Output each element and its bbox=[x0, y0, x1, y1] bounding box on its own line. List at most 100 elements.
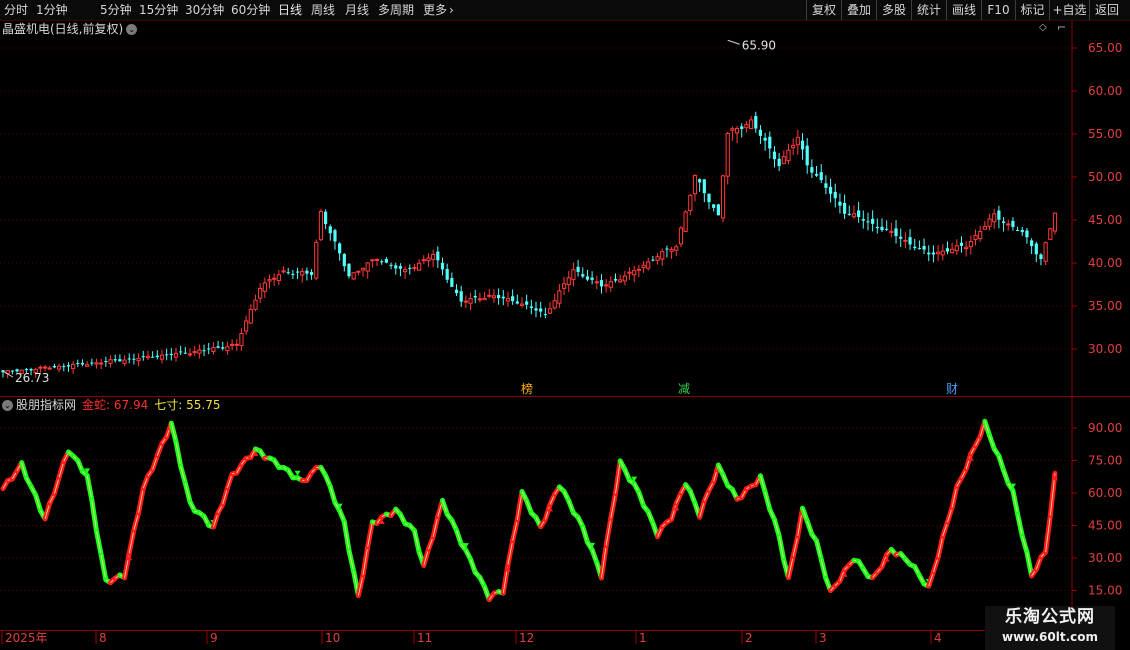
candle-body[interactable] bbox=[758, 129, 763, 136]
candle-body[interactable] bbox=[183, 352, 187, 354]
candle-body[interactable] bbox=[646, 261, 651, 269]
candle-body[interactable] bbox=[132, 358, 136, 360]
candle-body[interactable] bbox=[871, 218, 875, 224]
candle-body[interactable] bbox=[351, 272, 356, 280]
candle-body[interactable] bbox=[861, 219, 865, 221]
candle-body[interactable] bbox=[828, 186, 833, 194]
candle-body[interactable] bbox=[945, 248, 950, 252]
candle-body[interactable] bbox=[847, 213, 851, 215]
candle-body[interactable] bbox=[707, 193, 711, 203]
candle-body[interactable] bbox=[94, 362, 99, 365]
candle-body[interactable] bbox=[295, 271, 300, 273]
candle-body[interactable] bbox=[374, 259, 380, 262]
candle-body[interactable] bbox=[118, 359, 122, 362]
candle-body[interactable] bbox=[805, 145, 809, 166]
candle-body[interactable] bbox=[590, 277, 594, 280]
candle-body[interactable] bbox=[641, 264, 646, 269]
event-marks[interactable]: 减榜财 bbox=[521, 381, 958, 396]
candle-body[interactable] bbox=[356, 270, 361, 273]
candle-body[interactable] bbox=[286, 272, 290, 274]
candle-body[interactable] bbox=[370, 259, 375, 262]
candle-body[interactable] bbox=[159, 354, 165, 360]
candle-body[interactable] bbox=[525, 301, 529, 305]
candle-body[interactable] bbox=[436, 251, 440, 261]
candle-body[interactable] bbox=[777, 158, 781, 167]
candle-body[interactable] bbox=[552, 300, 557, 309]
candle-body[interactable] bbox=[908, 237, 912, 245]
candle-body[interactable] bbox=[627, 271, 632, 274]
candle-body[interactable] bbox=[173, 352, 179, 358]
candle-body[interactable] bbox=[202, 350, 206, 352]
candle-body[interactable] bbox=[688, 194, 693, 212]
candle-body[interactable] bbox=[734, 128, 740, 134]
candle-body[interactable] bbox=[309, 272, 314, 275]
candle-body[interactable] bbox=[151, 356, 155, 358]
candle-body[interactable] bbox=[272, 277, 277, 280]
candle-body[interactable] bbox=[80, 362, 85, 365]
candle-body[interactable] bbox=[819, 172, 823, 181]
candle-body[interactable] bbox=[665, 248, 669, 250]
candle-body[interactable] bbox=[730, 128, 735, 131]
candle-body[interactable] bbox=[571, 269, 576, 280]
candle-body[interactable] bbox=[244, 320, 249, 332]
candle-body[interactable] bbox=[968, 240, 973, 248]
candle-body[interactable] bbox=[1020, 229, 1024, 233]
candle-body[interactable] bbox=[973, 234, 978, 240]
candle-body[interactable] bbox=[511, 296, 515, 302]
candle-body[interactable] bbox=[857, 210, 861, 218]
indicator-series[interactable] bbox=[0, 418, 1058, 603]
candle-body[interactable] bbox=[187, 353, 193, 356]
candle-body[interactable] bbox=[463, 300, 468, 303]
candle-body[interactable] bbox=[913, 246, 917, 249]
candle-body[interactable] bbox=[754, 116, 758, 129]
candle-body[interactable] bbox=[169, 353, 173, 355]
candle-body[interactable] bbox=[843, 202, 847, 214]
candle-body[interactable] bbox=[1015, 230, 1020, 232]
candle-body[interactable] bbox=[940, 250, 945, 256]
candle-body[interactable] bbox=[276, 274, 281, 282]
candle-body[interactable] bbox=[468, 298, 473, 304]
candle-body[interactable] bbox=[618, 279, 623, 283]
candle-body[interactable] bbox=[547, 308, 553, 314]
candle-body[interactable] bbox=[740, 126, 744, 129]
candle-body[interactable] bbox=[519, 303, 525, 306]
candle-body[interactable] bbox=[678, 227, 684, 245]
candle-body[interactable] bbox=[692, 175, 698, 195]
event-mark[interactable]: 减 bbox=[678, 382, 690, 396]
candle-body[interactable] bbox=[786, 149, 791, 162]
candle-body[interactable] bbox=[62, 366, 66, 368]
candle-body[interactable] bbox=[636, 268, 641, 271]
candle-body[interactable] bbox=[529, 306, 533, 308]
candle-body[interactable] bbox=[234, 343, 239, 346]
candle-body[interactable] bbox=[954, 245, 959, 252]
candle-body[interactable] bbox=[324, 211, 328, 225]
candle-body[interactable] bbox=[71, 363, 76, 370]
candle-body[interactable] bbox=[267, 279, 272, 282]
candle-body[interactable] bbox=[712, 204, 716, 208]
candle-body[interactable] bbox=[192, 351, 197, 354]
candle-body[interactable] bbox=[725, 133, 730, 177]
candle-body[interactable] bbox=[482, 297, 487, 301]
candle-body[interactable] bbox=[342, 253, 346, 267]
candle-body[interactable] bbox=[894, 228, 898, 237]
candle-body[interactable] bbox=[964, 246, 969, 250]
candle-body[interactable] bbox=[669, 249, 674, 252]
candle-body[interactable] bbox=[1030, 240, 1034, 247]
candle-body[interactable] bbox=[328, 226, 332, 234]
candle-body[interactable] bbox=[431, 253, 436, 260]
candle-body[interactable] bbox=[262, 282, 267, 292]
diamond-icon[interactable]: ◇ bbox=[1039, 23, 1049, 33]
candle-body[interactable] bbox=[305, 270, 309, 274]
candle-body[interactable] bbox=[927, 252, 931, 255]
candle-body[interactable] bbox=[221, 347, 225, 349]
candle-body[interactable] bbox=[1001, 221, 1006, 224]
candle-body[interactable] bbox=[57, 365, 62, 370]
candle-body[interactable] bbox=[398, 266, 403, 269]
candle-body[interactable] bbox=[108, 359, 113, 364]
candle-body[interactable] bbox=[800, 140, 805, 150]
candle-body[interactable] bbox=[155, 355, 159, 358]
candle-body[interactable] bbox=[660, 251, 665, 260]
candle-body[interactable] bbox=[885, 228, 889, 230]
candle-body[interactable] bbox=[982, 226, 987, 230]
kline-chart[interactable]: 65.00 60.00 55.00 50.00 45.00 40.00 35.00 30.00… bbox=[0, 0, 1130, 650]
